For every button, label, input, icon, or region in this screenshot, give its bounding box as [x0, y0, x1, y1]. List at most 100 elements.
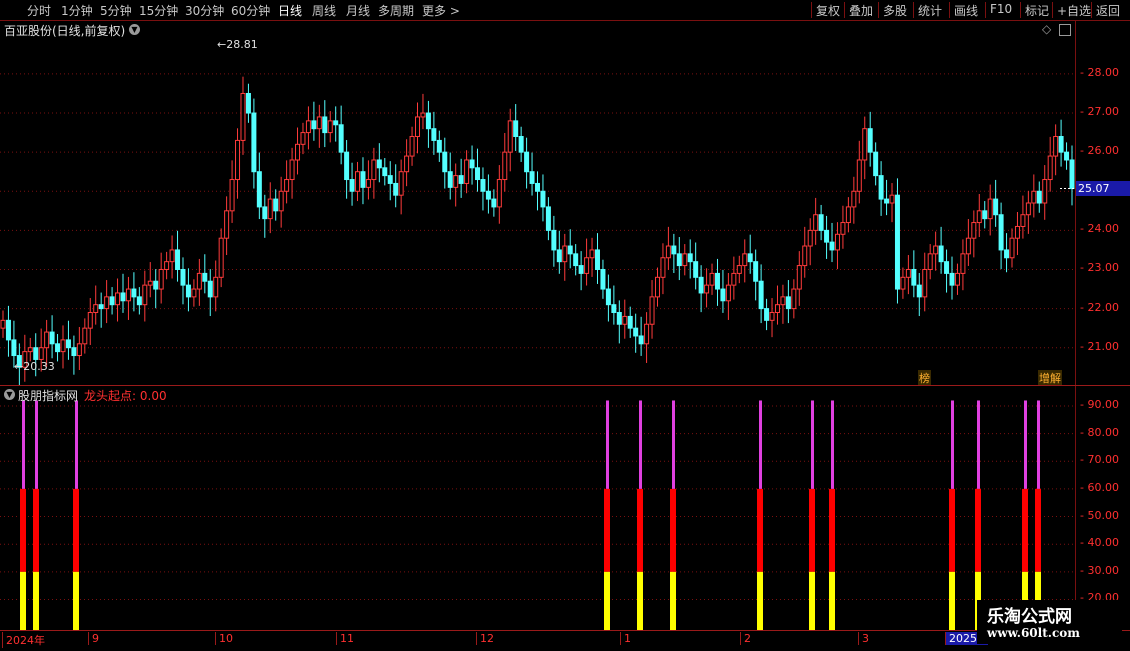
candle — [584, 238, 590, 286]
candle — [916, 273, 922, 317]
candle — [545, 197, 551, 241]
candle — [60, 325, 66, 369]
period-tab[interactable]: 5分钟 — [100, 2, 132, 19]
period-tab[interactable]: 60分钟 — [231, 2, 270, 19]
indicator-panel[interactable]: ▼ 股朋指标网 龙头起点: 0.00 — [0, 386, 1075, 630]
candle — [791, 279, 797, 319]
candle — [1042, 165, 1048, 220]
signal-bar — [975, 400, 981, 630]
candle — [109, 287, 115, 315]
period-tab[interactable]: 日线 — [278, 2, 302, 19]
candlestick-chart[interactable] — [0, 21, 1075, 385]
toolbar-button[interactable]: F10 — [990, 2, 1012, 16]
period-tab[interactable]: 周线 — [312, 2, 336, 19]
candle — [327, 111, 333, 143]
candle — [594, 233, 600, 284]
time-axis: 2024年 9 10 11 12 1 2 3 2025/0 — [0, 630, 1130, 651]
candle — [273, 189, 279, 221]
toolbar-button[interactable]: 统计 — [918, 2, 942, 19]
diamond-icon[interactable]: ◇ — [1042, 22, 1051, 36]
candle — [267, 182, 273, 234]
unlock-badge[interactable]: 增解 — [1038, 370, 1062, 386]
panel-toggle-icon[interactable] — [1059, 24, 1071, 36]
toolbar-separator — [1020, 2, 1021, 18]
candle — [464, 150, 470, 194]
indicator-tick: - 50.00 — [1080, 508, 1119, 522]
candle — [884, 179, 890, 216]
period-tab[interactable]: 月线 — [346, 2, 370, 19]
candle — [654, 267, 660, 307]
candle — [436, 130, 442, 162]
candle — [807, 218, 813, 266]
toolbar-button[interactable]: 叠加 — [849, 2, 873, 19]
time-tick: 3 — [858, 632, 869, 645]
period-tab[interactable]: 更多 > — [422, 2, 460, 19]
candle — [251, 98, 257, 189]
candle — [158, 252, 164, 304]
toolbar-separator — [811, 2, 812, 18]
candle — [535, 171, 540, 211]
period-tab[interactable]: 1分钟 — [61, 2, 93, 19]
candle — [338, 105, 344, 165]
candle — [769, 298, 775, 338]
candle — [938, 226, 944, 274]
candle — [447, 152, 453, 200]
toolbar-button[interactable]: 多股 — [883, 2, 907, 19]
title-dropdown-icon[interactable]: ▼ — [129, 24, 140, 35]
toolbar-button[interactable]: +自选 — [1057, 2, 1091, 19]
candle — [742, 239, 748, 283]
toolbar-button[interactable]: 画线 — [954, 2, 978, 19]
candle — [502, 132, 508, 192]
candle — [993, 179, 999, 227]
candle — [136, 287, 142, 315]
candle — [982, 201, 988, 229]
candle — [311, 101, 317, 141]
candle — [954, 263, 960, 295]
candle — [873, 142, 879, 186]
candle — [415, 102, 421, 154]
candle — [633, 313, 639, 353]
candle — [616, 300, 622, 344]
main-chart-panel[interactable]: 百亚股份(日线,前复权) ▼ ◇ ←28.81 ←20.33 榜 增解 — [0, 21, 1075, 386]
price-tick: - 27.00 — [1080, 105, 1119, 119]
candle — [1025, 190, 1031, 234]
signal-bar — [33, 400, 39, 630]
indicator-dropdown-icon[interactable]: ▼ — [4, 389, 15, 400]
candle — [224, 196, 230, 256]
candle — [480, 167, 486, 211]
candle — [693, 242, 699, 290]
period-tab[interactable]: 30分钟 — [185, 2, 224, 19]
toolbar-button[interactable]: 返回 — [1096, 2, 1120, 19]
candle — [115, 278, 121, 322]
toolbar-button[interactable]: 复权 — [816, 2, 840, 19]
candle — [600, 259, 606, 299]
period-tab[interactable]: 15分钟 — [139, 2, 178, 19]
candle — [856, 140, 862, 204]
time-tick: 9 — [88, 632, 99, 645]
candle — [458, 158, 464, 198]
candle — [709, 263, 715, 295]
indicator-axis: - 90.00 - 80.00 - 70.00 - 60.00 - 50.00 - 40.… — [1075, 386, 1130, 630]
candle — [333, 106, 339, 142]
candle — [834, 222, 840, 270]
price-tick: - 24.00 — [1080, 222, 1119, 236]
candle — [562, 233, 568, 281]
candle — [965, 219, 971, 266]
candle — [240, 76, 246, 155]
candle — [300, 122, 306, 155]
period-tab[interactable]: 多周期 — [378, 2, 414, 19]
period-tab[interactable]: 分时 — [27, 2, 51, 19]
candle — [589, 237, 595, 277]
candle — [802, 226, 808, 278]
ranking-badge[interactable]: 榜 — [918, 370, 931, 386]
signal-bar — [73, 400, 79, 630]
current-price-tag: 25.07 — [1076, 180, 1130, 196]
toolbar-button[interactable]: 标记 — [1025, 2, 1049, 19]
candle — [245, 83, 251, 123]
candle — [5, 305, 11, 357]
time-tick: 10 — [215, 632, 233, 645]
indicator-chart[interactable] — [0, 386, 1075, 630]
candle — [960, 239, 966, 291]
candle — [900, 267, 906, 299]
low-price-label: ←20.33 — [14, 360, 55, 373]
